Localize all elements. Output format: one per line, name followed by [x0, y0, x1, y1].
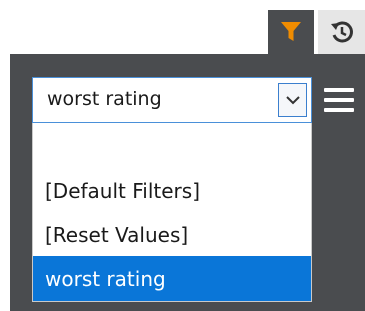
- select-value: worst rating: [47, 88, 162, 110]
- filter-select[interactable]: worst rating: [32, 77, 312, 123]
- option-empty[interactable]: [33, 123, 311, 168]
- history-icon: [330, 21, 353, 43]
- filter-button[interactable]: [268, 10, 314, 54]
- filter-panel: worst rating [Default Filters] [Reset Va…: [10, 54, 365, 311]
- dropdown-toggle[interactable]: [278, 83, 307, 117]
- dropdown-list: [Default Filters] [Reset Values] worst r…: [32, 123, 312, 302]
- funnel-icon: [281, 22, 301, 41]
- option-default-filters[interactable]: [Default Filters]: [33, 168, 311, 213]
- option-worst-rating[interactable]: worst rating: [33, 256, 311, 301]
- option-reset-values[interactable]: [Reset Values]: [33, 212, 311, 257]
- hamburger-menu-icon[interactable]: [324, 88, 354, 112]
- history-button[interactable]: [318, 10, 365, 54]
- chevron-down-icon: [285, 96, 300, 105]
